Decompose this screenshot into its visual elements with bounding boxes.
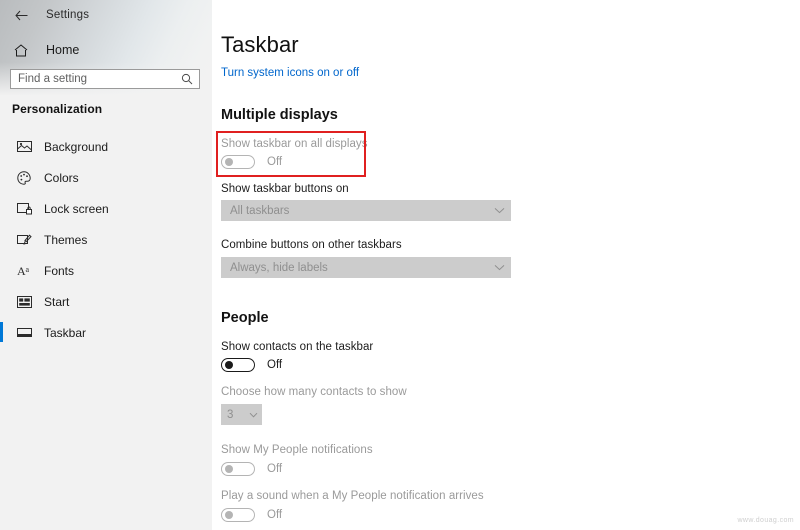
toggle-state-label: Off — [267, 156, 282, 168]
turn-system-icons-link[interactable]: Turn system icons on or off — [221, 67, 359, 79]
home-label: Home — [46, 43, 79, 57]
sidebar-item-label: Themes — [44, 233, 87, 247]
toggle-knob — [225, 361, 233, 369]
palette-icon — [10, 171, 38, 185]
toggle-switch[interactable] — [221, 462, 255, 476]
search-icon[interactable] — [177, 73, 197, 85]
sidebar-item-start[interactable]: Start — [0, 286, 212, 317]
sidebar-item-label: Background — [44, 140, 108, 154]
toggle-play-sound-my-people-notification[interactable]: Off — [221, 508, 282, 522]
chevron-down-icon — [487, 264, 511, 271]
app-title: Settings — [46, 9, 89, 21]
dropdown-value: Always, hide labels — [221, 262, 487, 274]
dropdown-show-taskbar-buttons-on[interactable]: All taskbars — [221, 200, 511, 221]
sidebar-item-label: Lock screen — [44, 202, 109, 216]
selection-indicator — [0, 167, 3, 187]
sidebar-item-label: Colors — [44, 171, 79, 185]
dropdown-value: All taskbars — [221, 205, 487, 217]
selection-indicator — [0, 322, 3, 342]
toggle-state-label: Off — [267, 359, 282, 371]
toggle-state-label: Off — [267, 509, 282, 521]
sidebar-item-fonts[interactable]: A a Fonts — [0, 255, 212, 286]
sidebar-nav-list: Background Colors — [0, 131, 212, 348]
themes-brush-icon — [10, 233, 38, 247]
selection-indicator — [0, 136, 3, 156]
chevron-down-icon — [244, 412, 262, 418]
dropdown-value: 3 — [221, 409, 244, 421]
toggle-knob — [225, 465, 233, 473]
sidebar-item-label: Taskbar — [44, 326, 86, 340]
picture-icon — [10, 140, 38, 153]
toggle-switch[interactable] — [221, 358, 255, 372]
selection-indicator — [0, 291, 3, 311]
start-tiles-icon — [10, 296, 38, 308]
sidebar-item-background[interactable]: Background — [0, 131, 212, 162]
settings-window: Settings Home Personalization — [0, 0, 800, 530]
label-show-my-people-notifications: Show My People notifications — [221, 444, 373, 456]
sidebar-item-label: Fonts — [44, 264, 74, 278]
selection-indicator — [0, 198, 3, 218]
page-title: Taskbar — [221, 32, 299, 58]
title-bar: Settings — [0, 0, 212, 30]
sidebar-item-label: Start — [44, 295, 69, 309]
home-icon — [4, 44, 38, 57]
toggle-switch[interactable] — [221, 155, 255, 169]
toggle-show-taskbar-all-displays[interactable]: Off — [221, 155, 282, 169]
label-play-sound-my-people-notification: Play a sound when a My People notificati… — [221, 490, 484, 502]
selection-indicator — [0, 229, 3, 249]
fonts-icon: A a — [10, 264, 38, 277]
label-show-taskbar-all-displays: Show taskbar on all displays — [221, 138, 368, 150]
watermark: www.douag.com — [737, 517, 794, 524]
taskbar-icon — [10, 327, 38, 338]
label-show-taskbar-buttons-on: Show taskbar buttons on — [221, 183, 349, 195]
sidebar-category-header: Personalization — [12, 102, 102, 116]
lock-screen-icon — [10, 202, 38, 215]
label-combine-buttons-other-taskbars: Combine buttons on other taskbars — [221, 239, 402, 251]
toggle-show-contacts-on-taskbar[interactable]: Off — [221, 358, 282, 372]
search-input[interactable] — [11, 70, 177, 88]
toggle-knob — [225, 511, 233, 519]
sidebar-item-lock-screen[interactable]: Lock screen — [0, 193, 212, 224]
label-choose-contacts-count: Choose how many contacts to show — [221, 386, 407, 398]
group-title-people: People — [221, 310, 269, 326]
toggle-show-my-people-notifications[interactable]: Off — [221, 462, 282, 476]
dropdown-contacts-count[interactable]: 3 — [221, 404, 262, 425]
main-content: Taskbar Turn system icons on or off Mult… — [212, 0, 800, 530]
search-box[interactable] — [10, 69, 200, 89]
chevron-down-icon — [487, 207, 511, 214]
svg-text:a: a — [25, 265, 29, 274]
sidebar: Settings Home Personalization — [0, 0, 212, 530]
selection-indicator — [0, 260, 3, 280]
sidebar-item-colors[interactable]: Colors — [0, 162, 212, 193]
toggle-state-label: Off — [267, 463, 282, 475]
label-show-contacts-on-taskbar: Show contacts on the taskbar — [221, 341, 373, 353]
sidebar-item-themes[interactable]: Themes — [0, 224, 212, 255]
group-title-multiple-displays: Multiple displays — [221, 107, 338, 123]
back-arrow-icon[interactable] — [4, 2, 38, 28]
sidebar-item-home[interactable]: Home — [0, 37, 212, 63]
toggle-switch[interactable] — [221, 508, 255, 522]
sidebar-item-taskbar[interactable]: Taskbar — [0, 317, 212, 348]
toggle-knob — [225, 158, 233, 166]
dropdown-combine-buttons-other-taskbars[interactable]: Always, hide labels — [221, 257, 511, 278]
